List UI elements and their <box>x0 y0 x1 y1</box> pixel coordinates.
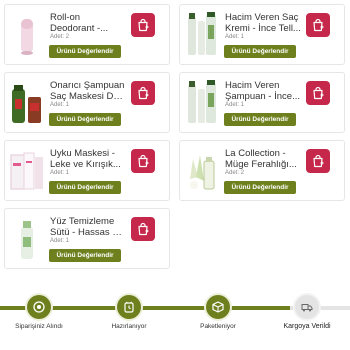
product-name-line1: La Collection - <box>225 148 286 159</box>
order-tracker: Siparişiniz Alındı Hazırlanıyor Paketlen… <box>0 292 350 342</box>
product-name[interactable]: La Collection - Müge Ferahlığı... <box>225 148 301 170</box>
product-name-line2: Kremi - İnce Tell... <box>225 23 301 34</box>
product-card: Onarıcı Şampuan Saç Maskesi Du... Adet: 1 Ü… <box>4 72 170 133</box>
product-name[interactable]: Onarıcı Şampuan Saç Maskesi Du... <box>50 80 126 102</box>
product-name[interactable]: Roll-on Deodorant -... <box>50 12 126 34</box>
product-quantity: Adet: 2 <box>50 34 70 40</box>
step-label-shipped: Kargoya Verildi <box>283 323 331 330</box>
step-packaging <box>206 295 230 319</box>
product-quantity: Adet: 1 <box>50 170 70 176</box>
product-name-line2: Saç Maskesi Du... <box>50 91 126 102</box>
product-image[interactable] <box>9 79 45 127</box>
product-quantity: Adet: 1 <box>50 238 70 244</box>
product-card: Hacim Veren Saç Kremi - İnce Tell... Adet:… <box>179 4 345 65</box>
product-name[interactable]: Hacim Veren Saç Kremi - İnce Tell... <box>225 12 301 34</box>
product-name[interactable]: Uyku Maskesi - Leke ve Kırışık... <box>50 148 126 170</box>
truck-icon <box>301 304 313 312</box>
product-name[interactable]: Hacim Veren Şampuan - İnce... <box>225 80 301 102</box>
product-name-line1: Hacim Veren Saç <box>225 12 299 23</box>
product-image[interactable] <box>184 11 220 59</box>
step-shipped <box>295 295 319 319</box>
rate-product-button[interactable]: Ürünü Değerlendir <box>224 113 296 126</box>
clock-icon <box>124 301 134 313</box>
product-name-line2: Deodorant -... <box>50 23 109 34</box>
product-quantity: Adet: 1 <box>50 102 70 108</box>
rate-product-button[interactable]: Ürünü Değerlendir <box>224 45 296 58</box>
product-name-line2: Sütü - Hassas Ci... <box>50 227 126 238</box>
step-label-preparing: Hazırlanıyor <box>111 323 147 330</box>
step-order-received <box>27 295 51 319</box>
product-quantity: Adet: 2 <box>225 170 245 176</box>
step-preparing <box>117 295 141 319</box>
product-image[interactable] <box>184 79 220 127</box>
target-icon <box>33 301 45 313</box>
product-card: Uyku Maskesi - Leke ve Kırışık... Adet: 1 Ü… <box>4 140 170 201</box>
add-to-cart-icon <box>313 86 324 100</box>
product-name-line1: Uyku Maskesi - <box>50 148 115 159</box>
add-to-cart-button[interactable] <box>131 217 155 241</box>
add-to-cart-icon <box>138 18 149 32</box>
product-card: Roll-on Deodorant -... Adet: 2 Ürünü Değerl… <box>4 4 170 65</box>
rate-product-button[interactable]: Ürünü Değerlendir <box>49 181 121 194</box>
rate-product-button[interactable]: Ürünü Değerlendir <box>49 113 121 126</box>
product-name-line1: Onarıcı Şampuan <box>50 80 125 91</box>
add-to-cart-icon <box>138 86 149 100</box>
add-to-cart-icon <box>313 18 324 32</box>
add-to-cart-button[interactable] <box>131 149 155 173</box>
product-name-line2: Leke ve Kırışık... <box>50 159 121 170</box>
add-to-cart-icon <box>138 222 149 236</box>
add-to-cart-icon <box>313 154 324 168</box>
product-image[interactable] <box>9 147 45 195</box>
product-name-line1: Roll-on <box>50 12 81 23</box>
rate-product-button[interactable]: Ürünü Değerlendir <box>49 249 121 262</box>
add-to-cart-button[interactable] <box>306 13 330 37</box>
add-to-cart-button[interactable] <box>131 13 155 37</box>
product-card: Hacim Veren Şampuan - İnce... Adet: 1 Ürünü… <box>179 72 345 133</box>
product-image[interactable] <box>9 11 45 59</box>
add-to-cart-button[interactable] <box>306 81 330 105</box>
product-card: La Collection - Müge Ferahlığı... Adet: 2 Ü… <box>179 140 345 201</box>
product-quantity: Adet: 1 <box>225 102 245 108</box>
step-label-packaging: Paketleniyor <box>200 323 236 330</box>
product-name[interactable]: Yüz Temizleme Sütü - Hassas Ci... <box>50 216 126 238</box>
rate-product-button[interactable]: Ürünü Değerlendir <box>224 181 296 194</box>
product-name-line2: Şampuan - İnce... <box>225 91 300 102</box>
add-to-cart-icon <box>138 154 149 168</box>
add-to-cart-button[interactable] <box>131 81 155 105</box>
product-image[interactable] <box>184 147 220 195</box>
box-icon <box>212 301 224 313</box>
step-label-order-received: Siparişiniz Alındı <box>15 323 63 330</box>
rate-product-button[interactable]: Ürünü Değerlendir <box>49 45 121 58</box>
product-image[interactable] <box>9 215 45 263</box>
product-quantity: Adet: 1 <box>225 34 245 40</box>
product-card: Yüz Temizleme Sütü - Hassas Ci... Adet: 1 Ü… <box>4 208 170 269</box>
product-name-line1: Hacim Veren <box>225 80 280 91</box>
product-name-line2: Müge Ferahlığı... <box>225 159 297 170</box>
add-to-cart-button[interactable] <box>306 149 330 173</box>
product-name-line1: Yüz Temizleme <box>50 216 115 227</box>
